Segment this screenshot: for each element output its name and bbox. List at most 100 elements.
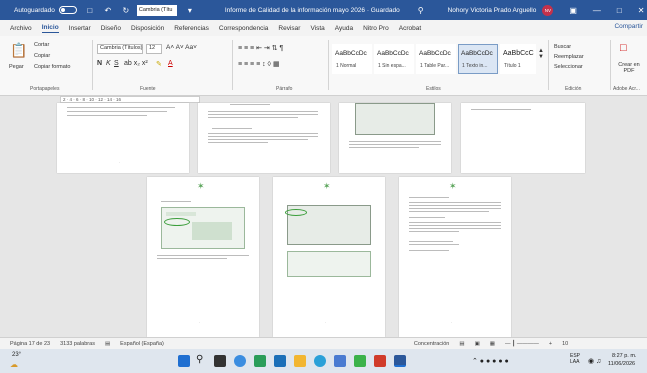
focus-mode-button[interactable]: Concentración xyxy=(414,341,449,347)
horizontal-ruler[interactable]: 2 · 4 · 6 · 8 · 10 · 12 · 14 · 16 xyxy=(60,96,200,103)
read-mode-icon[interactable]: ▤ xyxy=(459,341,464,347)
page-thumbnail[interactable]: ✶ · xyxy=(399,177,511,337)
tab-acrobat[interactable]: Acrobat xyxy=(399,25,421,32)
keyboard-language[interactable]: ESP LAA xyxy=(570,353,584,365)
page-thumbnail[interactable] xyxy=(339,103,451,173)
logo-star-icon: ✶ xyxy=(197,181,205,191)
print-layout-icon[interactable]: ▣ xyxy=(475,341,480,347)
tab-ayuda[interactable]: Ayuda xyxy=(335,25,353,32)
page-thumbnail[interactable]: ✶ · xyxy=(273,177,385,337)
page-thumbnail[interactable] xyxy=(198,103,330,173)
word-icon[interactable] xyxy=(394,355,406,367)
page-thumbnail[interactable]: · xyxy=(57,103,189,173)
italic-icon[interactable]: K xyxy=(106,60,111,67)
task-view-icon[interactable] xyxy=(214,355,226,367)
divider xyxy=(232,40,233,90)
minimize-icon[interactable]: — xyxy=(593,6,601,15)
editing-group-label: Edición xyxy=(565,86,582,92)
clock-time[interactable]: 8:27 p. m. xyxy=(612,353,636,359)
quick-font-select[interactable]: Cambria (Títu xyxy=(136,4,177,16)
bold-icon[interactable]: N xyxy=(97,60,102,67)
tab-diseno[interactable]: Diseño xyxy=(101,25,121,32)
maximize-icon[interactable]: □ xyxy=(617,6,622,15)
page-thumbnail[interactable]: ✶ · xyxy=(147,177,259,337)
app-icon[interactable] xyxy=(374,355,386,367)
page-count[interactable]: Página 17 de 23 xyxy=(10,341,50,347)
cut-button[interactable]: Cortar xyxy=(34,42,49,48)
format-painter-button[interactable]: Copiar formato xyxy=(34,64,70,70)
style-table-paragraph[interactable]: AaBbCcDc 1 Table Par... xyxy=(416,44,456,74)
edge-icon[interactable] xyxy=(234,355,246,367)
close-icon[interactable]: ✕ xyxy=(638,6,645,15)
zoom-slider[interactable]: — ┃ ———— xyxy=(505,341,539,347)
highlight-color-icon[interactable]: ✎ xyxy=(156,60,162,68)
tab-vista[interactable]: Vista xyxy=(310,25,324,32)
avatar[interactable]: NV xyxy=(542,4,554,16)
undo-icon[interactable]: ↶ xyxy=(103,5,113,15)
clock-date[interactable]: 11/06/2026 xyxy=(608,361,635,367)
search-icon[interactable]: ⚲ xyxy=(196,354,203,365)
tab-referencias[interactable]: Referencias xyxy=(174,25,209,32)
share-button[interactable]: Compartir xyxy=(614,23,643,30)
chrome-icon[interactable] xyxy=(314,355,326,367)
document-area[interactable]: · ✶ · ✶ · ✶ · xyxy=(0,103,647,337)
logo-star-icon: ✶ xyxy=(323,181,331,191)
replace-button[interactable]: Reemplazar xyxy=(554,54,584,60)
page-thumbnail[interactable] xyxy=(461,103,585,173)
mail-icon[interactable] xyxy=(274,355,286,367)
system-tray-icons[interactable]: ⌃ ● ● ● ● ● xyxy=(472,357,509,365)
app-icon[interactable] xyxy=(334,355,346,367)
tab-correspondencia[interactable]: Correspondencia xyxy=(219,25,269,32)
windows-start-icon[interactable] xyxy=(178,355,190,367)
text-effects-icon[interactable]: ab x₂ x² xyxy=(124,60,148,67)
tab-nitro-pro[interactable]: Nitro Pro xyxy=(363,25,389,32)
app-icon[interactable] xyxy=(354,355,366,367)
app-icon[interactable] xyxy=(254,355,266,367)
proofing-icon[interactable]: ▤ xyxy=(105,341,110,347)
paste-icon[interactable]: 📋 xyxy=(10,42,27,59)
tab-archivo[interactable]: Archivo xyxy=(10,25,32,32)
copy-button[interactable]: Copiar xyxy=(34,53,50,59)
save-icon[interactable]: □ xyxy=(85,5,95,15)
paste-button[interactable]: Pegar xyxy=(9,64,24,70)
styles-group-label: Estilos xyxy=(426,86,441,92)
zoom-level[interactable]: 10 xyxy=(562,341,568,347)
tab-disposicion[interactable]: Disposición xyxy=(131,25,164,32)
style-normal[interactable]: AaBbCcDc 1 Normal xyxy=(332,44,372,74)
redo-icon[interactable]: ↻ xyxy=(121,5,131,15)
select-button[interactable]: Seleccionar xyxy=(554,64,583,70)
style-sin-espaciado[interactable]: AaBbCcDc 1 Sin espa... xyxy=(374,44,414,74)
font-color-icon[interactable]: A xyxy=(168,60,173,67)
list-icons[interactable]: ≡ ≡ ≡ ⇤ ⇥ ⇅ ¶ xyxy=(238,44,283,52)
weather-icon[interactable]: ☁ xyxy=(10,360,18,369)
style-titulo-1[interactable]: AaBbCcC Título 1 xyxy=(500,44,536,74)
font-group-label: Fuente xyxy=(140,86,156,92)
ribbon-display-icon[interactable]: ▣ xyxy=(569,6,577,15)
alignment-icons[interactable]: ≡ ≡ ≡ ≡ ↕ ◊ ▦ xyxy=(238,60,280,68)
zoom-in-button[interactable]: + xyxy=(549,341,552,347)
weather-temp[interactable]: 23° xyxy=(12,352,21,358)
styles-scroll-icon[interactable]: ▲ ▼ xyxy=(538,48,544,60)
divider xyxy=(92,40,93,90)
word-count[interactable]: 3133 palabras xyxy=(60,341,95,347)
font-size-select[interactable]: 12 xyxy=(146,44,162,54)
style-texto-independiente[interactable]: AaBbCcDc 1 Texto in... xyxy=(458,44,498,74)
autosave-toggle[interactable] xyxy=(58,6,77,14)
language-status[interactable]: Español (España) xyxy=(120,341,164,347)
file-explorer-icon[interactable] xyxy=(294,355,306,367)
find-button[interactable]: Buscar xyxy=(554,44,571,50)
web-layout-icon[interactable]: ▦ xyxy=(490,341,495,347)
tab-revisar[interactable]: Revisar xyxy=(278,25,300,32)
search-icon[interactable]: ⚲ xyxy=(418,6,424,15)
font-name-select[interactable]: Cambria (Títulos) xyxy=(97,44,143,54)
customize-icon[interactable]: ▾ xyxy=(185,5,195,15)
autosave-label: Autoguardado xyxy=(14,6,55,14)
underline-icon[interactable]: S xyxy=(114,60,119,67)
tab-insertar[interactable]: Insertar xyxy=(69,25,91,32)
user-name[interactable]: Nohory Victoria Prado Arguello xyxy=(448,7,537,14)
network-volume-icons[interactable]: ◉ ♫ xyxy=(588,357,601,365)
tab-inicio[interactable]: Inicio xyxy=(41,24,59,33)
create-pdf-icon[interactable]: □ xyxy=(620,42,627,54)
font-size-buttons[interactable]: A˄ A˅ Aa˅ xyxy=(166,44,197,51)
create-pdf-button[interactable]: Crear en PDF xyxy=(614,62,644,74)
